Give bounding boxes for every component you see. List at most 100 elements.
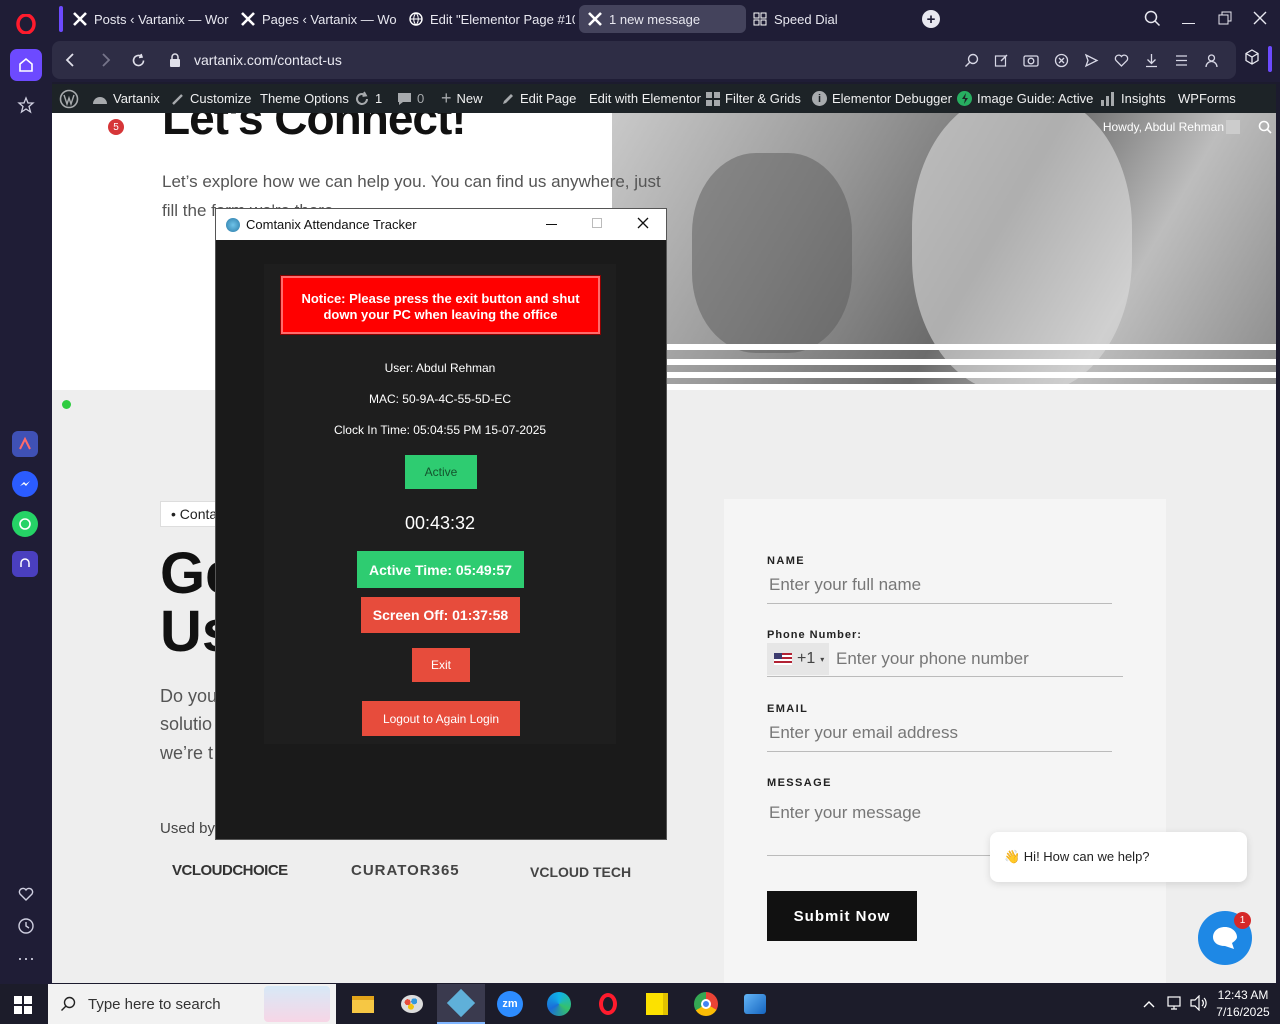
elementor-debugger-link[interactable]: i Elementor Debugger [812,84,952,113]
clock[interactable]: 12:43 AM 7/16/2025 [1212,987,1274,1021]
reload-icon[interactable] [130,52,146,68]
phone-label: Phone Number: [767,629,862,641]
edit-page-link[interactable]: Edit Page [501,84,576,113]
customize-link[interactable]: Customize [171,84,251,113]
network-icon[interactable] [1166,995,1184,1016]
admin-search-icon[interactable] [1258,120,1272,139]
country-code-select[interactable]: +1 ▾ [767,643,829,675]
search-tabs-icon[interactable] [1144,10,1161,32]
chevron-down-icon: ▾ [820,654,825,664]
minimize-icon[interactable] [1182,10,1196,28]
easy-setup-icon[interactable] [1173,52,1189,68]
adblock-icon[interactable] [1053,52,1069,68]
app-logo-icon [226,217,240,232]
filter-grids-link[interactable]: Filter & Grids [706,84,801,113]
windows-start-icon[interactable] [14,996,32,1019]
contact-body-2: solutio [160,714,213,734]
history-clock-icon[interactable] [10,910,42,942]
close-window-icon[interactable] [1253,11,1267,30]
new-tab-plus-icon[interactable]: + [922,10,940,28]
window-close-icon[interactable] [637,217,649,232]
paint-icon[interactable] [396,988,428,1020]
window-minimize-icon[interactable] [546,224,557,225]
updates-link[interactable]: 1 [354,84,382,113]
favorites-heart-icon[interactable] [1113,52,1129,68]
profile-icon[interactable] [1203,52,1219,68]
elementor-badge-icon[interactable] [57,118,75,136]
mac-address-label: MAC: 50-9A-4C-55-5D-EC [368,392,512,406]
edit-icon[interactable] [993,52,1009,68]
user-label: User: Abdul Rehman [384,361,496,375]
image-guide-link[interactable]: Image Guide: Active [957,84,1093,113]
tracker-panel: Notice: Please press the exit button and… [264,264,616,744]
extensions-cube-icon[interactable] [1244,49,1260,70]
new-content-link[interactable]: + New [441,84,483,113]
refresh-icon [356,91,368,105]
tab-new-message[interactable]: 1 new message [579,5,746,33]
howdy-user[interactable]: Howdy, Abdul Rehman [1103,120,1224,134]
email-input[interactable]: Enter your email address [767,723,1112,752]
zoom-icon[interactable]: zm [494,988,526,1020]
show-hidden-icons[interactable] [1143,996,1155,1014]
send-icon[interactable] [1083,52,1099,68]
photos-icon[interactable] [739,988,771,1020]
notice-banner: Notice: Please press the exit button and… [281,276,600,334]
tab-elementor[interactable]: Edit "Elementor Page #10( [400,5,575,33]
name-label: NAME [767,555,805,567]
taskbar-search-box[interactable]: Type here to search [48,984,336,1024]
home-icon[interactable] [10,49,42,81]
chat-bubble-icon [1213,927,1237,949]
comments-link[interactable]: 0 [397,84,424,113]
download-icon[interactable] [1143,52,1159,68]
more-options-icon[interactable]: ··· [10,942,42,974]
opera-taskbar-icon[interactable] [592,988,624,1020]
window-title-bar[interactable]: Comtanix Attendance Tracker [216,209,666,240]
wordpress-logo-icon[interactable] [59,84,79,113]
wpforms-link[interactable]: WPForms [1178,84,1236,113]
logout-button[interactable]: Logout to Again Login [362,701,520,736]
bookmarks-star-icon[interactable] [10,89,42,121]
info-icon: i [812,91,827,106]
tab-speed-dial[interactable]: Speed Dial [744,5,884,33]
back-icon[interactable] [62,52,78,68]
plus-icon: + [441,88,452,108]
lock-icon[interactable] [167,52,183,68]
url-text[interactable]: vartanix.com/contact-us [194,52,342,68]
edge-icon[interactable] [543,988,575,1020]
insights-link[interactable]: Insights [1100,84,1166,113]
camera-icon[interactable] [1023,52,1039,68]
exit-button[interactable]: Exit [412,648,470,682]
avatar[interactable] [1226,120,1240,134]
chat-greeting-bubble[interactable]: 👋 Hi! How can we help? [990,832,1247,882]
aria-app-icon[interactable] [12,431,38,457]
whatsapp-icon[interactable] [12,511,38,537]
heart-icon[interactable] [10,878,42,910]
file-explorer-icon[interactable] [347,988,379,1020]
stripe-decoration [667,359,1276,365]
name-input[interactable]: Enter your full name [767,575,1112,604]
forward-icon[interactable] [98,52,114,68]
site-name-link[interactable]: Vartanix [92,84,160,113]
edit-with-elementor-link[interactable]: Edit with Elementor [589,84,701,113]
zoom-search-icon[interactable] [963,52,979,68]
chrome-icon[interactable] [690,988,722,1020]
comment-bubble-icon [398,92,411,105]
tab-posts[interactable]: Posts ‹ Vartanix — WordP [64,5,229,33]
volume-icon[interactable] [1190,994,1208,1016]
tab-pages[interactable]: Pages ‹ Vartanix — WordP [232,5,397,33]
opera-logo-icon[interactable] [10,8,42,40]
music-player-icon[interactable] [12,551,38,577]
restore-icon[interactable] [1218,11,1232,30]
theme-options-link[interactable]: Theme Options [260,84,349,113]
opera-sidebar: ··· [0,0,52,984]
sticky-notes-icon[interactable] [641,988,673,1020]
phone-input[interactable]: Enter your phone number [836,649,1029,669]
tab-bar: Posts ‹ Vartanix — WordP Pages ‹ Vartani… [52,0,1280,38]
submit-button[interactable]: Submit Now [767,891,917,941]
stripe-decoration [667,372,1276,378]
window-title: Comtanix Attendance Tracker [246,217,417,232]
messenger-icon[interactable] [12,471,38,497]
attendance-tracker-taskbar-icon[interactable] [437,984,485,1024]
address-bar[interactable]: vartanix.com/contact-us [52,41,1236,79]
bolt-icon [957,91,972,106]
